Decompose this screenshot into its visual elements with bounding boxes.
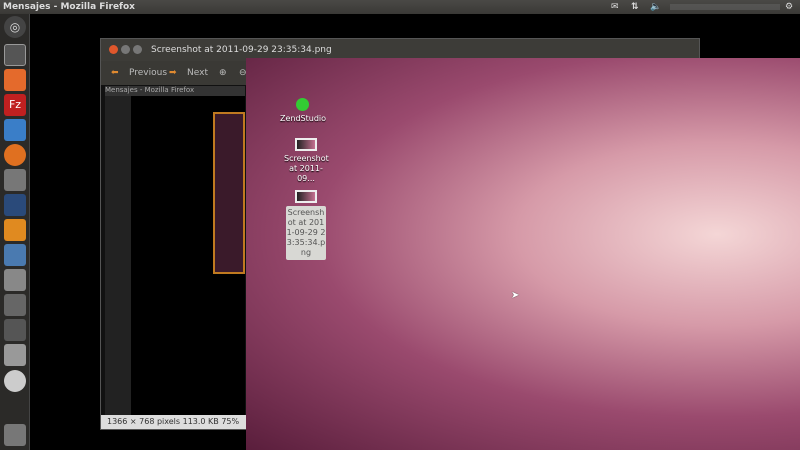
next-button[interactable]: Next [187, 61, 208, 85]
icon-label-selected: Screenshot at 2011-09-29 23:35:34.png [286, 206, 326, 260]
inkscape-icon[interactable] [4, 194, 26, 216]
network-manager-icon[interactable] [4, 244, 26, 266]
ubuntu-logo-icon[interactable]: ◎ [4, 16, 26, 38]
image-thumbnail-icon [295, 138, 317, 151]
mouse-cursor-icon: ➤ [511, 290, 520, 301]
desktop: ZendStudio Screenshot at 2011-09... Scre… [246, 58, 800, 450]
screenshot-image: Mensajes - Mozilla Firefox [105, 86, 245, 416]
desktop-icon-screenshot-2[interactable]: Screenshot at 2011-09-29 23:35:34.png [284, 190, 328, 260]
previous-arrow-icon: ⬅ [111, 68, 119, 78]
gear-icon[interactable]: ⚙ [785, 0, 793, 14]
home-folder-icon[interactable] [4, 69, 26, 91]
blender-icon[interactable] [4, 219, 26, 241]
close-icon[interactable] [109, 45, 118, 54]
zoom-in-icon[interactable]: ⊕ [219, 61, 227, 85]
status-bar: 1366 × 768 pixels 113.0 KB 75% [101, 415, 247, 429]
mail-icon[interactable]: ✉ [611, 0, 619, 14]
window-title: Mensajes - Mozilla Firefox [3, 2, 135, 12]
cd-icon[interactable] [4, 370, 26, 392]
user-name-blurred[interactable] [670, 4, 780, 10]
firefox-icon[interactable] [4, 144, 26, 166]
network-icon[interactable]: ⇅ [631, 0, 639, 14]
camera-icon[interactable] [4, 294, 26, 316]
launcher: ◎ Fz [0, 14, 30, 450]
maximize-icon[interactable] [133, 45, 142, 54]
trash-icon[interactable] [4, 424, 26, 446]
image-thumbnail-icon [295, 190, 317, 203]
desktop-icon-zendstudio[interactable]: ZendStudio [280, 98, 327, 124]
gimp-icon[interactable] [4, 169, 26, 191]
volume-icon[interactable]: 🔈 [650, 0, 661, 14]
top-panel: Mensajes - Mozilla Firefox ✉ ⇅ 🔈 ⚙ [0, 0, 800, 14]
inner-launcher [105, 96, 131, 416]
disk-icon[interactable] [4, 344, 26, 366]
inner-title: Mensajes - Mozilla Firefox [105, 86, 245, 96]
icon-label: Screenshot at 2011-09... [284, 154, 329, 183]
next-arrow-icon: ➡ [169, 68, 177, 78]
terminal-icon[interactable] [4, 44, 26, 66]
inner-window [213, 112, 245, 274]
viewer-title: Screenshot at 2011-09-29 23:35:34.png [151, 45, 332, 55]
filezilla-icon[interactable]: Fz [4, 94, 26, 116]
system-settings-icon[interactable] [4, 319, 26, 341]
icon-label: ZendStudio [280, 114, 327, 123]
previous-button[interactable]: Previous [129, 61, 167, 85]
desktop-icon-screenshot-1[interactable]: Screenshot at 2011-09... [284, 138, 329, 184]
browser-icon[interactable] [4, 119, 26, 141]
text-editor-icon[interactable] [4, 269, 26, 291]
minimize-icon[interactable] [121, 45, 130, 54]
zendstudio-icon [295, 98, 309, 111]
